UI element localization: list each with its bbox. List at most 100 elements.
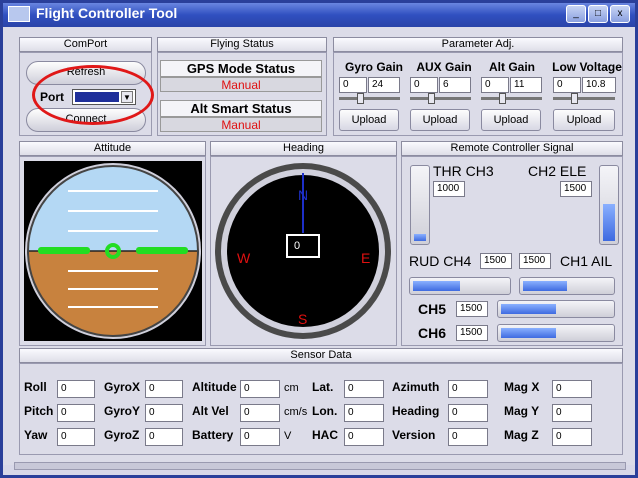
heading-value-box: 0 — [286, 234, 320, 258]
altitude-unit: cm — [284, 382, 299, 394]
close-icon[interactable]: x — [610, 5, 630, 23]
window-title: Flight Controller Tool — [36, 5, 178, 21]
rudder-gauge-fill — [413, 281, 460, 291]
elevator-gauge — [599, 165, 619, 245]
roll-value: 0 — [57, 380, 95, 398]
lon-label: Lon. — [312, 404, 338, 418]
low-voltage-min[interactable]: 0 — [553, 77, 581, 93]
magz-value: 0 — [552, 428, 592, 446]
battery-unit: V — [284, 430, 292, 442]
alt-gain-min[interactable]: 0 — [481, 77, 509, 93]
lat-value: 0 — [344, 380, 384, 398]
low-voltage-label: Low Voltage — [552, 60, 622, 74]
gps-status-title: GPS Mode Status — [160, 60, 322, 77]
thr-value: 1000 — [433, 181, 465, 197]
rudder-gauge — [409, 277, 511, 295]
status-strip — [14, 462, 626, 470]
aux-gain-label: AUX Gain — [416, 60, 472, 74]
yaw-value: 0 — [57, 428, 95, 446]
ch6-label: CH6 — [418, 325, 447, 341]
alt-status-title: Alt Smart Status — [160, 100, 322, 117]
thr-label: THR CH3 — [433, 163, 494, 179]
ele-value: 1500 — [560, 181, 592, 197]
ch5-gauge-fill — [501, 304, 556, 314]
alt-gain-upload-button[interactable]: Upload — [481, 109, 541, 131]
gyroy-value: 0 — [145, 404, 183, 422]
gyro-gain-value[interactable]: 24 — [368, 77, 400, 93]
gyrox-value: 0 — [145, 380, 183, 398]
alt-gain-label: Alt Gain — [488, 60, 535, 74]
gyroz-value: 0 — [145, 428, 183, 446]
hac-label: HAC — [312, 428, 338, 442]
ch5-gauge — [497, 300, 615, 318]
gyro-gain-upload-button[interactable]: Upload — [339, 109, 399, 131]
ail-value: 1500 — [519, 253, 551, 269]
ch6-gauge — [497, 324, 615, 342]
lon-value: 0 — [344, 404, 384, 422]
altvel-value: 0 — [240, 404, 280, 422]
azimuth-label: Azimuth — [392, 380, 440, 394]
compass-s-label: S — [298, 311, 308, 327]
gyro-gain-label: Gyro Gain — [344, 60, 403, 74]
magx-value: 0 — [552, 380, 592, 398]
low-voltage-upload-button[interactable]: Upload — [553, 109, 615, 131]
gyro-gain-slider[interactable] — [339, 97, 400, 100]
compass-n-label: N — [298, 187, 309, 203]
version-value: 0 — [448, 428, 488, 446]
throttle-gauge — [410, 165, 430, 245]
pitch-label: Pitch — [24, 404, 54, 418]
aux-gain-upload-button[interactable]: Upload — [410, 109, 470, 131]
pitch-value: 0 — [57, 404, 95, 422]
altitude-value: 0 — [240, 380, 280, 398]
azimuth-value: 0 — [448, 380, 488, 398]
gyroz-label: GyroZ — [104, 428, 140, 442]
aileron-gauge — [519, 277, 615, 295]
comport-header: ComPort — [19, 37, 152, 52]
sensor-header: Sensor Data — [19, 348, 623, 363]
low-voltage-slider[interactable] — [553, 97, 615, 100]
version-label: Version — [392, 428, 436, 442]
alt-gain-value[interactable]: 11 — [510, 77, 542, 93]
hac-value: 0 — [344, 428, 384, 446]
heading-sensor-label: Heading — [392, 404, 440, 418]
app-icon — [8, 6, 30, 22]
aux-gain-slider-thumb[interactable] — [428, 93, 435, 104]
lat-label: Lat. — [312, 380, 334, 394]
low-voltage-slider-thumb[interactable] — [571, 93, 578, 104]
magx-label: Mag X — [504, 380, 540, 394]
rud-value: 1500 — [480, 253, 512, 269]
attitude-header: Attitude — [19, 141, 206, 156]
magy-value: 0 — [552, 404, 592, 422]
gyro-gain-min[interactable]: 0 — [339, 77, 367, 93]
altitude-label: Altitude — [192, 380, 237, 394]
alt-gain-slider[interactable] — [481, 97, 542, 100]
aux-gain-value[interactable]: 6 — [439, 77, 471, 93]
alt-gain-slider-thumb[interactable] — [499, 93, 506, 104]
yaw-label: Yaw — [24, 428, 48, 442]
altvel-unit: cm/s — [284, 406, 308, 418]
alt-status-value: Manual — [160, 117, 322, 132]
gyro-gain-slider-thumb[interactable] — [357, 93, 364, 104]
rc-header: Remote Controller Signal — [401, 141, 623, 156]
ch5-value: 1500 — [456, 301, 488, 317]
rud-label: RUD CH4 — [409, 253, 472, 269]
aux-gain-slider[interactable] — [410, 97, 471, 100]
aux-gain-min[interactable]: 0 — [410, 77, 438, 93]
battery-label: Battery — [192, 428, 234, 442]
elevator-gauge-fill — [603, 204, 615, 241]
heading-header: Heading — [210, 141, 397, 156]
parameter-header: Parameter Adj. — [333, 37, 623, 52]
maximize-icon[interactable]: □ — [588, 5, 608, 23]
low-voltage-value[interactable]: 10.8 — [582, 77, 616, 93]
throttle-gauge-fill — [414, 234, 426, 241]
gps-status-value: Manual — [160, 77, 322, 92]
altvel-label: Alt Vel — [192, 404, 229, 418]
ch6-value: 1500 — [456, 325, 488, 341]
compass-w-label: W — [237, 250, 251, 266]
aileron-gauge-fill — [523, 281, 567, 291]
roll-label: Roll — [24, 380, 47, 394]
ele-label: CH2 ELE — [528, 163, 587, 179]
minimize-icon[interactable]: _ — [566, 5, 586, 23]
ail-label: CH1 AIL — [560, 253, 613, 269]
magy-label: Mag Y — [504, 404, 540, 418]
